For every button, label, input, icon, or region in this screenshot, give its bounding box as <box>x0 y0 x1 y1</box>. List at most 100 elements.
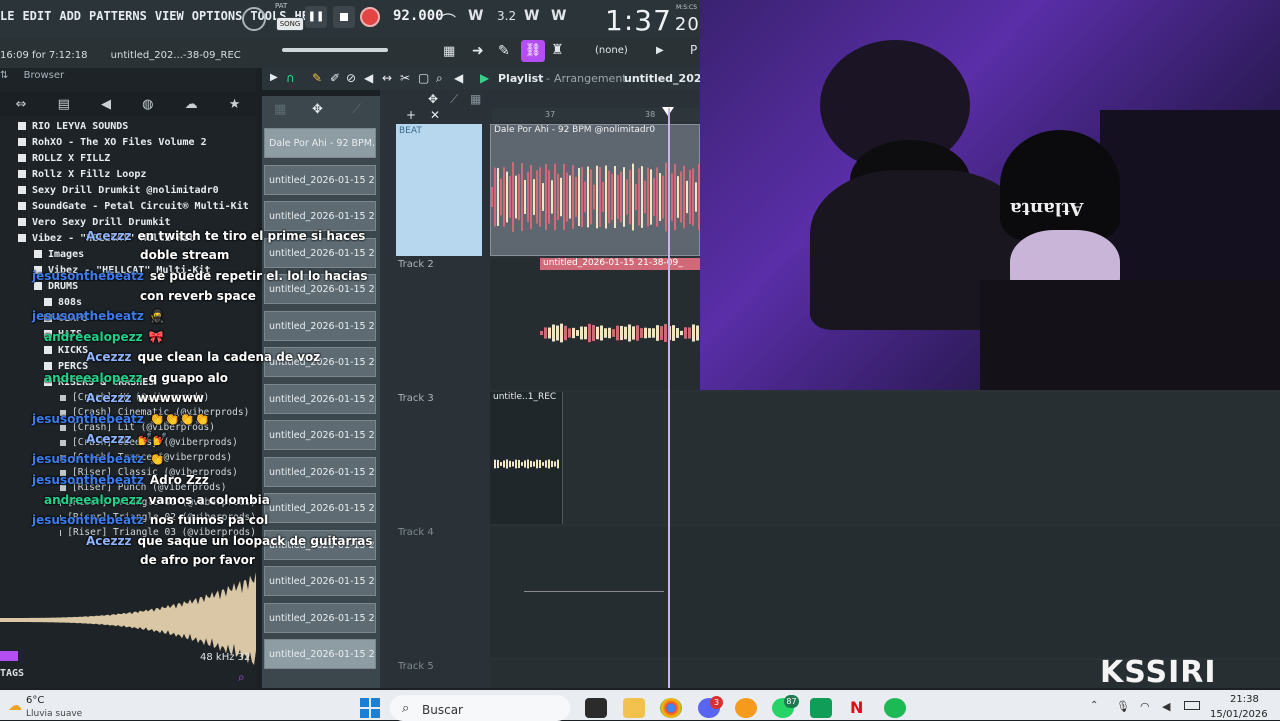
chrome-icon[interactable] <box>660 698 682 718</box>
battery-icon[interactable] <box>1184 701 1200 710</box>
metronome-icon[interactable]: ⌒ <box>440 8 456 32</box>
preview-play-icon[interactable] <box>0 651 18 661</box>
file-explorer-icon[interactable] <box>623 698 645 718</box>
pattern-item[interactable]: untitled_2026-01-15 21-.. <box>264 639 376 669</box>
browser-item[interactable]: SoundGate - Petal Circuit® Multi-Kit <box>0 198 256 214</box>
record-button[interactable] <box>360 7 380 27</box>
track-name-3[interactable]: Track 3 <box>398 393 434 404</box>
playlist-link-icon[interactable]: ⟋ <box>450 92 458 107</box>
track-name-4[interactable]: Track 4 <box>398 527 434 538</box>
pattern-nav-icon[interactable]: ✥ <box>312 102 323 117</box>
pause-icon[interactable]: ❚❚ <box>305 6 327 28</box>
browser-item[interactable]: RohXO - The XO Files Volume 2 <box>0 134 256 150</box>
pencil-icon[interactable]: ✎ <box>498 43 510 59</box>
pattern-item[interactable]: Dale Por Ahi - 92 BPM.. <box>264 128 376 158</box>
add-track-icon[interactable]: + <box>406 108 416 122</box>
browser-cloud-icon[interactable]: ☁ <box>185 97 198 112</box>
browser-item[interactable]: Rollz X Fillz Loopz <box>0 166 256 182</box>
zoom-tool-icon[interactable]: ⌕ <box>436 71 443 86</box>
snap-selector[interactable]: (none) <box>595 45 628 56</box>
clock-date[interactable]: 15/01/2026 <box>1210 709 1268 720</box>
clip-track3[interactable]: untitle..1_REC <box>490 392 563 524</box>
microphone-icon[interactable]: 🎙 <box>1116 700 1130 713</box>
track-name-2[interactable]: Track 2 <box>398 259 434 270</box>
piano-roll-icon[interactable]: ▦ <box>443 44 455 59</box>
clip-track2-header[interactable]: untitled_2026-01-15 21-38-09_ <box>540 258 700 270</box>
browser-arrows-icon[interactable]: ⇅ <box>0 70 8 81</box>
menu-edit[interactable]: EDIT <box>22 9 51 27</box>
track-name-5[interactable]: Track 5 <box>398 661 434 672</box>
step-edit-icon[interactable]: W <box>524 8 539 24</box>
taskbar-search[interactable] <box>390 695 570 721</box>
tempo-display[interactable]: 92.000 <box>393 8 444 28</box>
weather-temp[interactable]: 6°C <box>26 695 44 706</box>
master-pitch-slider[interactable] <box>282 48 388 52</box>
pattern-item[interactable]: untitled_2026-01-15 21-.. <box>264 383 376 414</box>
mute-tool-icon[interactable]: ◀ <box>364 71 373 85</box>
pat-mode-label[interactable]: PAT <box>275 2 287 10</box>
playlist-play-icon[interactable]: ▶ <box>270 72 278 83</box>
pattern-link-icon[interactable]: ⟋ <box>352 102 361 117</box>
weather-icon[interactable]: ☁ <box>8 698 22 714</box>
countdown-icon[interactable]: 3.2 <box>497 9 516 23</box>
stop-button[interactable] <box>333 6 355 28</box>
browser-globe-icon[interactable]: ◍ <box>142 97 153 112</box>
remove-track-icon[interactable]: ✕ <box>430 108 440 122</box>
pattern-item[interactable]: untitled_2026-01-15 21-.. <box>264 566 376 596</box>
pattern-item[interactable]: untitled_2026-01-15 21-.. <box>264 456 376 487</box>
pattern-item[interactable]: untitled_2026-01-15 21-.. <box>264 164 376 195</box>
playlist-move-icon[interactable]: ✥ <box>428 92 438 106</box>
wifi-icon[interactable]: ◠ <box>1140 700 1150 713</box>
spotify-icon[interactable] <box>884 698 906 718</box>
browser-file-icon[interactable]: ▤ <box>58 97 70 112</box>
track-lane-4[interactable] <box>490 526 1280 658</box>
wait-for-input-icon[interactable]: W <box>468 8 483 24</box>
select-tool-icon[interactable]: ▢ <box>418 71 429 85</box>
plugin-icon[interactable]: ♜ <box>551 42 564 58</box>
pattern-item[interactable]: untitled_2026-01-15 21-.. <box>264 201 376 231</box>
slice-tool-icon[interactable]: ✂ <box>400 71 410 85</box>
menu-file[interactable]: LE <box>0 9 14 27</box>
pattern-item[interactable]: untitled_2026-01-15 21-.. <box>264 602 376 633</box>
delete-tool-icon[interactable]: ⊘ <box>346 71 356 85</box>
browser-all-icon[interactable]: ⇔ <box>16 97 27 112</box>
song-mode-button[interactable]: SONG <box>276 17 304 31</box>
tray-chevron-icon[interactable]: ⌃ <box>1090 700 1098 711</box>
menu-add[interactable]: ADD <box>59 9 81 27</box>
pattern-item[interactable]: untitled_2026-01-15 21-.. <box>264 493 376 523</box>
start-menu-icon[interactable] <box>360 698 380 718</box>
slip-tool-icon[interactable]: ↔ <box>382 71 392 85</box>
link-icon[interactable]: ⛓ <box>521 40 545 62</box>
pattern-picker-icon[interactable]: ▦ <box>274 102 286 117</box>
menu-patterns[interactable]: PATTERNS <box>89 9 147 27</box>
browser-item[interactable]: RIO LEYVA SOUNDS <box>0 118 256 134</box>
browser-item[interactable]: ROLLZ X FILLZ <box>0 150 256 166</box>
browser-item[interactable]: Vero Sexy Drill Drumkit <box>0 214 256 230</box>
magnet-icon[interactable]: ∩ <box>286 71 295 85</box>
menu-options[interactable]: OPTIONS <box>192 9 243 27</box>
pattern-item[interactable]: untitled_2026-01-15 21-.. <box>264 420 376 450</box>
paint-tool-icon[interactable]: ✐ <box>330 71 340 85</box>
track-header-beat[interactable]: BEAT <box>396 124 482 256</box>
play-triangle-icon[interactable]: ▶ <box>656 45 664 56</box>
loop-record-icon[interactable]: W <box>551 8 566 24</box>
playlist-arrow-icon[interactable]: ➜ <box>472 43 484 59</box>
playback-tool-icon[interactable]: ◀ <box>454 71 463 85</box>
browser-star-icon[interactable]: ★ <box>229 97 241 112</box>
netflix-icon[interactable]: N <box>850 698 863 717</box>
terminal-icon[interactable] <box>585 698 607 718</box>
clock-time[interactable]: 21:38 <box>1230 694 1259 705</box>
draw-tool-icon[interactable]: ✎ <box>312 71 322 85</box>
browser-item[interactable]: Sexy Drill Drumkit @nolimitadr0 <box>0 182 256 198</box>
playlist-grid-icon[interactable]: ▦ <box>470 92 481 106</box>
pattern-mode-label[interactable]: P <box>690 43 697 57</box>
browser-speaker-icon[interactable]: ◀ <box>101 97 111 112</box>
search-placeholder[interactable]: Buscar <box>422 703 463 717</box>
streaming-app-icon[interactable] <box>810 698 832 718</box>
track-lane-3[interactable] <box>490 392 1280 524</box>
volume-icon[interactable]: ◀ <box>1162 700 1170 713</box>
master-volume-knob[interactable] <box>242 7 266 31</box>
menu-view[interactable]: VIEW <box>155 9 184 27</box>
weather-description[interactable]: Lluvia suave <box>26 709 82 719</box>
pattern-item[interactable]: untitled_2026-01-15 21-.. <box>264 310 376 341</box>
